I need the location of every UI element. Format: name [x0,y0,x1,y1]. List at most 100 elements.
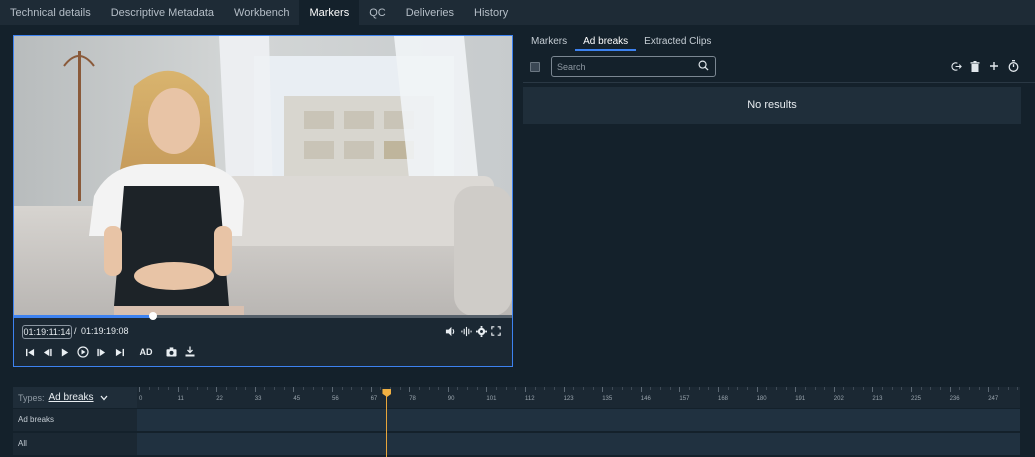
ruler-tick [216,387,218,392]
ruler-tick [949,387,951,392]
timer-icon[interactable] [1007,60,1019,72]
ruler-minor-tick [582,387,584,390]
search-icon[interactable] [698,60,710,72]
ruler-minor-tick [901,387,903,390]
ruler-tick-label: 112 [525,396,535,402]
right-panel-tabs: Markers Ad breaks Extracted Clips [523,33,719,51]
ruler-minor-tick [505,387,507,390]
video-progress-bar[interactable] [14,312,512,320]
ruler-tick [409,387,411,392]
search-input[interactable] [551,56,716,77]
play-icon[interactable] [59,346,71,358]
ruler-minor-tick [360,387,362,390]
ruler-tick-label: 236 [949,396,960,402]
tab-extracted-clips[interactable]: Extracted Clips [636,33,719,51]
ruler-minor-tick [1017,387,1019,390]
ruler-minor-tick [322,387,324,390]
types-dropdown[interactable]: Ad breaks [49,392,94,403]
ruler-minor-tick [920,387,922,390]
tab-technical-details[interactable]: Technical details [0,0,101,25]
ruler-tick [756,387,758,392]
ruler-minor-tick [621,387,623,390]
audio-description-button[interactable]: AD [137,345,155,358]
chevron-down-icon[interactable] [100,393,108,403]
ruler-minor-tick [496,387,498,390]
ruler-minor-tick [891,387,893,390]
current-timecode[interactable]: 01:19:11:14 [22,325,72,339]
skip-start-icon[interactable] [24,346,36,358]
ruler-minor-tick [553,387,555,390]
ruler-tick [139,387,140,392]
ruler-minor-tick [785,387,787,390]
video-frame[interactable] [14,36,512,316]
ruler-minor-tick [959,387,961,390]
download-icon[interactable] [183,345,196,358]
skip-end-icon[interactable] [113,346,125,358]
ruler-tick [602,387,604,392]
playhead-line [386,393,388,457]
video-progress-handle[interactable] [149,312,158,320]
export-icon[interactable] [950,60,962,72]
timeline-ruler[interactable]: 0 11 22 33 45 56 67 78 90 101 112 123 135 146 157 168 18… [137,387,1020,408]
ruler-tick [640,387,642,392]
types-label: Types: [18,392,45,403]
ruler-minor-tick [737,387,739,390]
tab-markers[interactable]: Markers [299,0,360,25]
ruler-minor-tick [515,387,517,390]
ruler-minor-tick [882,387,884,390]
tab-ad-breaks[interactable]: Ad breaks [575,33,637,51]
ruler-tick-label: 22 [216,396,223,402]
ruler-minor-tick [978,387,980,390]
timeline-types-filter[interactable]: Types: Ad breaks [13,387,137,408]
ruler-tick [177,387,179,392]
ruler-minor-tick [968,387,970,390]
ruler-tick-label: 146 [640,396,651,402]
step-back-icon[interactable] [41,346,53,358]
ruler-tick-label: 202 [833,396,844,402]
add-icon[interactable] [988,60,1000,72]
ruler-tick-label: 123 [563,396,574,402]
ruler-minor-tick [862,387,864,390]
ruler-tick-label: 157 [679,396,690,402]
tab-qc[interactable]: QC [359,0,396,25]
ruler-minor-tick [592,387,594,390]
ruler-minor-tick [669,387,671,390]
ruler-tick [525,387,526,392]
ruler-tick-label: 67 [370,396,378,402]
total-timecode: 01:19:19:08 [81,326,129,336]
camera-icon[interactable] [165,345,178,358]
settings-icon[interactable] [475,325,487,337]
tab-markers-list[interactable]: Markers [523,33,575,51]
timeline: Types: Ad breaks 0 11 22 33 45 56 67 78 90 101 112… [13,387,1020,457]
step-forward-icon[interactable] [95,346,107,358]
ruler-tick [447,387,449,392]
ruler-minor-tick [804,387,806,390]
timecode-separator: / [74,326,77,336]
fullscreen-icon[interactable] [490,325,502,337]
timeline-row-track[interactable] [137,409,1020,431]
ruler-minor-tick [167,387,169,390]
ruler-minor-tick [689,387,691,390]
select-all-checkbox[interactable] [530,62,540,72]
empty-state-message: No results [523,87,1021,124]
ruler-minor-tick [312,387,314,390]
ruler-minor-tick [206,387,208,390]
loop-icon[interactable] [76,345,89,358]
ruler-tick [254,387,256,392]
ruler-minor-tick [727,387,729,390]
trash-icon[interactable] [969,60,981,72]
ruler-minor-tick [245,387,247,390]
ruler-minor-tick [939,387,941,390]
timeline-row-track[interactable] [137,433,1020,455]
volume-icon[interactable] [444,325,456,337]
ruler-minor-tick [457,387,459,390]
waveform-icon[interactable] [460,325,472,337]
tab-descriptive-metadata[interactable]: Descriptive Metadata [101,0,224,25]
tab-history[interactable]: History [464,0,518,25]
ruler-tick [332,387,333,392]
tab-deliveries[interactable]: Deliveries [396,0,464,25]
tab-workbench[interactable]: Workbench [224,0,299,25]
ruler-minor-tick [708,387,710,390]
ruler-minor-tick [698,387,700,390]
ruler-tick [718,387,719,392]
